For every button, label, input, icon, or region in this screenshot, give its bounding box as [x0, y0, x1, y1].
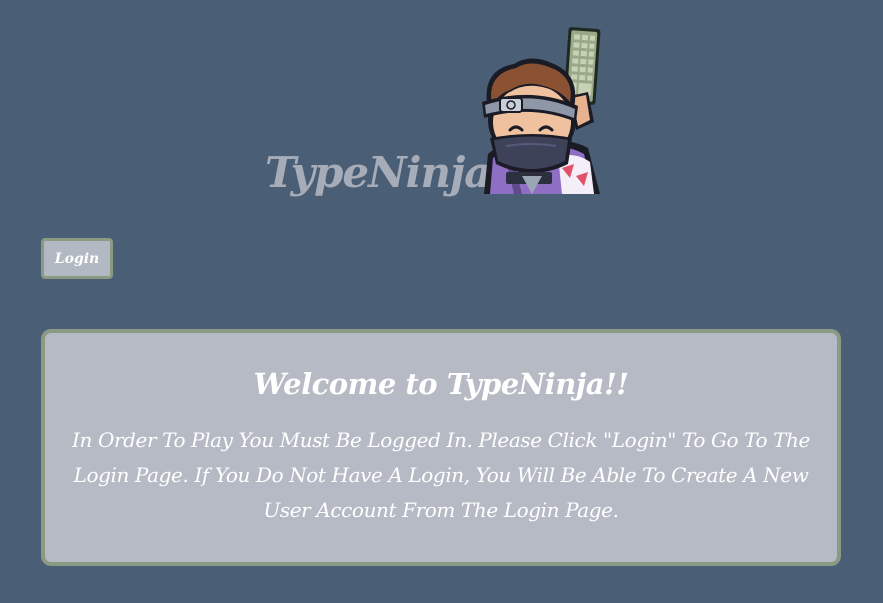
- welcome-heading: Welcome to TypeNinja!!: [253, 367, 629, 401]
- page: TypeNinja Login Welcome to TypeNinja!! I…: [0, 0, 883, 603]
- brand-title: TypeNinja: [265, 148, 491, 197]
- welcome-card: Welcome to TypeNinja!! In Order To Play …: [41, 329, 841, 566]
- ninja-mascot-icon: [482, 27, 601, 194]
- login-button[interactable]: Login: [41, 238, 113, 279]
- welcome-message: In Order To Play You Must Be Logged In. …: [72, 428, 810, 522]
